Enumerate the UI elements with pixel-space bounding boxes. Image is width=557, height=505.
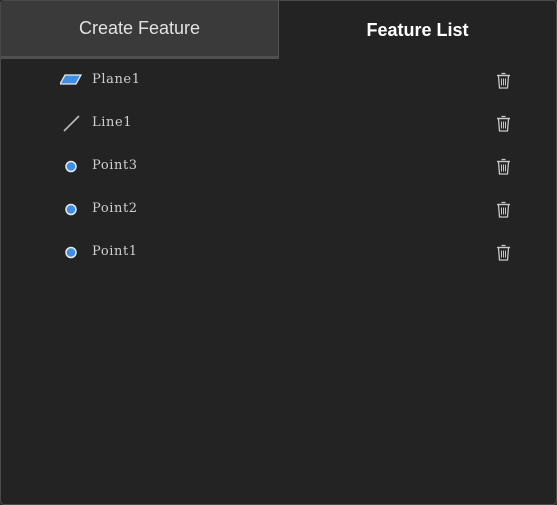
trash-icon[interactable] [496, 115, 511, 132]
point-icon [60, 200, 82, 219]
tab-feature-list[interactable]: Feature List [279, 1, 556, 59]
feature-panel: Create Feature Feature List Plane1 Line1… [0, 0, 557, 505]
tab-create-feature[interactable]: Create Feature [1, 1, 279, 59]
point-icon [60, 243, 82, 262]
trash-icon[interactable] [496, 244, 511, 261]
feature-label: Line1 [92, 115, 133, 130]
tab-bar: Create Feature Feature List [1, 1, 556, 59]
trash-icon[interactable] [496, 201, 511, 218]
trash-icon[interactable] [496, 72, 511, 89]
feature-item-plane1[interactable]: Plane1 [1, 59, 556, 102]
point-icon [60, 157, 82, 176]
feature-item-point3[interactable]: Point3 [1, 145, 556, 188]
feature-label: Plane1 [92, 72, 141, 87]
feature-label: Point3 [92, 158, 138, 173]
line-icon [60, 114, 82, 133]
feature-item-point2[interactable]: Point2 [1, 188, 556, 231]
feature-label: Point1 [92, 244, 138, 259]
plane-icon [58, 71, 83, 90]
feature-label: Point2 [92, 201, 138, 216]
trash-icon[interactable] [496, 158, 511, 175]
feature-item-line1[interactable]: Line1 [1, 102, 556, 145]
feature-item-point1[interactable]: Point1 [1, 231, 556, 274]
feature-list: Plane1 Line1 Point3 Point2 Point1 [1, 59, 556, 274]
